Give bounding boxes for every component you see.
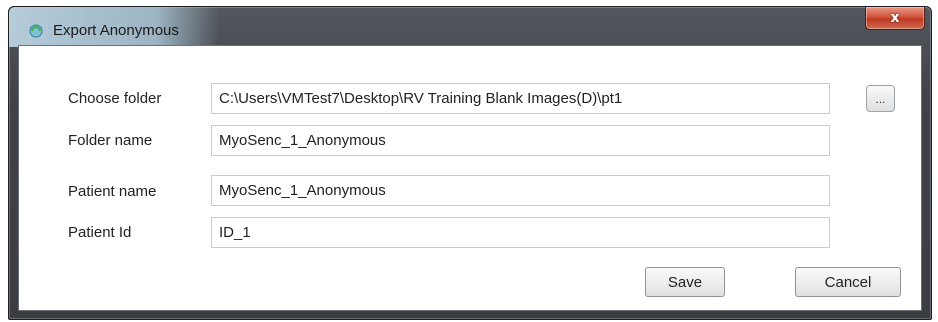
- window-title: Export Anonymous: [53, 22, 179, 39]
- choose-folder-input[interactable]: C:\Users\VMTest7\Desktop\RV Training Bla…: [211, 83, 830, 114]
- save-button[interactable]: Save: [645, 267, 725, 297]
- folder-name-label: Folder name: [68, 132, 153, 149]
- cancel-button[interactable]: Cancel: [795, 267, 901, 297]
- close-icon: x: [890, 10, 900, 26]
- folder-name-input[interactable]: MyoSenc_1_Anonymous: [211, 125, 830, 156]
- patient-name-input[interactable]: MyoSenc_1_Anonymous: [211, 175, 830, 206]
- export-anonymous-dialog: Export Anonymous x Choose folder C:\User…: [8, 6, 932, 320]
- patient-id-input[interactable]: ID_1: [211, 217, 830, 248]
- patient-id-label: Patient Id: [68, 224, 132, 241]
- title-bar: Export Anonymous: [9, 7, 219, 47]
- choose-folder-label: Choose folder: [68, 90, 162, 107]
- dialog-body: Choose folder C:\Users\VMTest7\Desktop\R…: [18, 45, 922, 311]
- app-icon: [29, 24, 43, 38]
- browse-folder-button[interactable]: ...: [866, 85, 895, 112]
- close-button[interactable]: x: [865, 7, 925, 30]
- patient-name-label: Patient name: [68, 183, 157, 200]
